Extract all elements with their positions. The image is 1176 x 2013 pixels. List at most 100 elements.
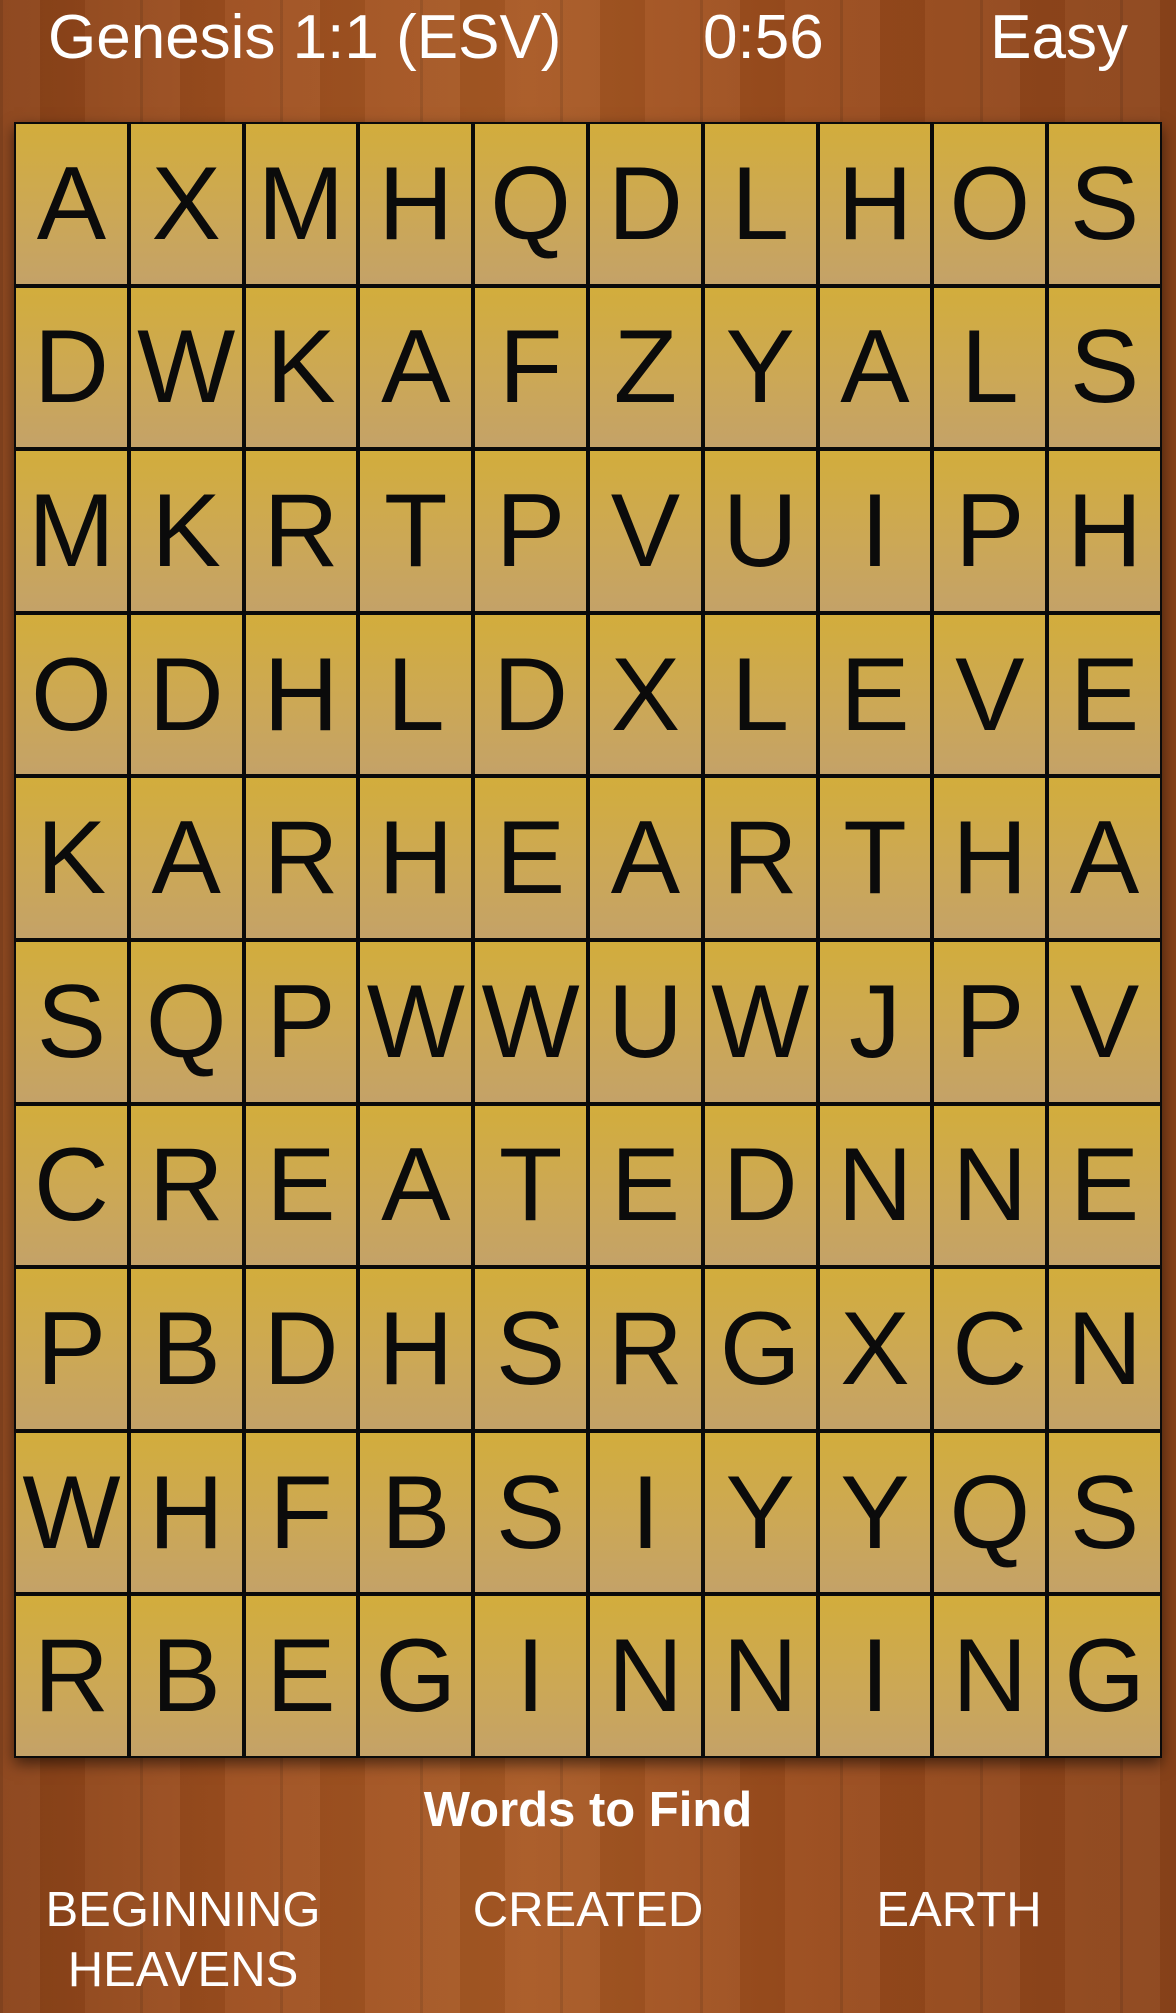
letter-tile[interactable]: H — [360, 778, 472, 938]
letter-tile[interactable]: S — [1049, 1432, 1160, 1593]
letter-tile[interactable]: T — [819, 778, 931, 938]
letter-tile[interactable]: D — [130, 614, 242, 775]
letter-tile[interactable]: A — [819, 287, 931, 448]
letter-tile[interactable]: S — [475, 1269, 586, 1429]
letter-tile[interactable]: H — [1049, 451, 1160, 611]
letter-tile[interactable]: F — [245, 1432, 357, 1593]
letter-tile[interactable]: Q — [130, 942, 242, 1102]
letter-tile[interactable]: O — [16, 614, 127, 775]
letter-tile[interactable]: N — [1049, 1269, 1160, 1429]
letter-tile[interactable]: E — [245, 1105, 357, 1266]
letter-tile[interactable]: S — [1049, 124, 1160, 284]
letter-tile[interactable]: X — [130, 124, 242, 284]
letter-tile[interactable]: M — [245, 124, 357, 284]
letter-tile[interactable]: G — [1049, 1596, 1160, 1756]
letter-tile[interactable]: L — [360, 614, 472, 775]
letter-tile[interactable]: N — [819, 1105, 931, 1266]
letter-tile[interactable]: P — [16, 1269, 127, 1429]
letter-tile[interactable]: B — [130, 1596, 242, 1756]
letter-tile[interactable]: U — [590, 942, 701, 1102]
letter-tile[interactable]: H — [130, 1432, 242, 1593]
letter-tile[interactable]: E — [245, 1596, 357, 1756]
letter-tile[interactable]: A — [130, 778, 242, 938]
letter-tile[interactable]: P — [245, 942, 357, 1102]
letter-tile[interactable]: H — [934, 778, 1046, 938]
letter-tile[interactable]: T — [360, 451, 472, 611]
letter-tile[interactable]: R — [130, 1105, 242, 1266]
letter-tile[interactable]: A — [16, 124, 127, 284]
letter-tile[interactable]: G — [704, 1269, 816, 1429]
letter-tile[interactable]: A — [1049, 778, 1160, 938]
letter-tile[interactable]: X — [590, 614, 701, 775]
letter-tile[interactable]: R — [590, 1269, 701, 1429]
letter-tile[interactable]: L — [704, 124, 816, 284]
letter-tile[interactable]: W — [360, 942, 472, 1102]
letter-tile[interactable]: S — [1049, 287, 1160, 448]
letter-tile[interactable]: H — [245, 614, 357, 775]
letter-tile[interactable]: Q — [475, 124, 586, 284]
letter-tile[interactable]: Q — [934, 1432, 1046, 1593]
letter-tile[interactable]: D — [475, 614, 586, 775]
letter-tile[interactable]: A — [360, 287, 472, 448]
letter-tile[interactable]: W — [475, 942, 586, 1102]
letter-tile[interactable]: M — [16, 451, 127, 611]
letter-tile[interactable]: L — [704, 614, 816, 775]
letter-tile[interactable]: C — [934, 1269, 1046, 1429]
letter-tile[interactable]: X — [819, 1269, 931, 1429]
letter-tile[interactable]: E — [1049, 614, 1160, 775]
letter-tile[interactable]: N — [590, 1596, 701, 1756]
letter-tile[interactable]: K — [16, 778, 127, 938]
letter-tile[interactable]: A — [360, 1105, 472, 1266]
letter-tile[interactable]: O — [934, 124, 1046, 284]
letter-tile[interactable]: Y — [704, 1432, 816, 1593]
letter-tile[interactable]: W — [704, 942, 816, 1102]
letter-tile[interactable]: I — [590, 1432, 701, 1593]
letter-tile[interactable]: D — [16, 287, 127, 448]
letter-tile[interactable]: V — [1049, 942, 1160, 1102]
letter-tile[interactable]: B — [130, 1269, 242, 1429]
letter-tile[interactable]: A — [590, 778, 701, 938]
letter-tile[interactable]: E — [590, 1105, 701, 1266]
letter-tile[interactable]: Y — [819, 1432, 931, 1593]
letter-tile[interactable]: F — [475, 287, 586, 448]
letter-tile[interactable]: V — [934, 614, 1046, 775]
letter-tile[interactable]: V — [590, 451, 701, 611]
letter-tile[interactable]: P — [475, 451, 586, 611]
letter-tile[interactable]: P — [934, 942, 1046, 1102]
letter-tile[interactable]: K — [245, 287, 357, 448]
letter-tile[interactable]: G — [360, 1596, 472, 1756]
letter-tile[interactable]: W — [16, 1432, 127, 1593]
letter-tile[interactable]: N — [934, 1596, 1046, 1756]
letter-tile[interactable]: R — [16, 1596, 127, 1756]
letter-tile[interactable]: Y — [704, 287, 816, 448]
letter-tile[interactable]: C — [16, 1105, 127, 1266]
letter-tile[interactable]: S — [16, 942, 127, 1102]
letter-tile[interactable]: D — [704, 1105, 816, 1266]
letter-tile[interactable]: Z — [590, 287, 701, 448]
letter-tile[interactable]: T — [475, 1105, 586, 1266]
letter-tile[interactable]: D — [245, 1269, 357, 1429]
letter-tile[interactable]: P — [934, 451, 1046, 611]
letter-tile[interactable]: N — [704, 1596, 816, 1756]
letter-tile[interactable]: H — [360, 1269, 472, 1429]
letter-tile[interactable]: H — [360, 124, 472, 284]
letter-tile[interactable]: K — [130, 451, 242, 611]
letter-tile[interactable]: B — [360, 1432, 472, 1593]
difficulty-label[interactable]: Easy — [990, 2, 1128, 73]
letter-tile[interactable]: D — [590, 124, 701, 284]
letter-tile[interactable]: L — [934, 287, 1046, 448]
letter-tile[interactable]: I — [819, 451, 931, 611]
letter-tile[interactable]: R — [245, 451, 357, 611]
letter-tile[interactable]: I — [819, 1596, 931, 1756]
letter-tile[interactable]: I — [475, 1596, 586, 1756]
letter-tile[interactable]: R — [245, 778, 357, 938]
letter-tile[interactable]: R — [704, 778, 816, 938]
letter-tile[interactable]: E — [1049, 1105, 1160, 1266]
letter-tile[interactable]: E — [819, 614, 931, 775]
letter-tile[interactable]: S — [475, 1432, 586, 1593]
letter-tile[interactable]: H — [819, 124, 931, 284]
letter-tile[interactable]: J — [819, 942, 931, 1102]
letter-tile[interactable]: U — [704, 451, 816, 611]
letter-grid[interactable]: AXMHQDLHOSDWKAFZYALSMKRTPVUIPHODHLDXLEVE… — [14, 122, 1162, 1758]
letter-tile[interactable]: W — [130, 287, 242, 448]
